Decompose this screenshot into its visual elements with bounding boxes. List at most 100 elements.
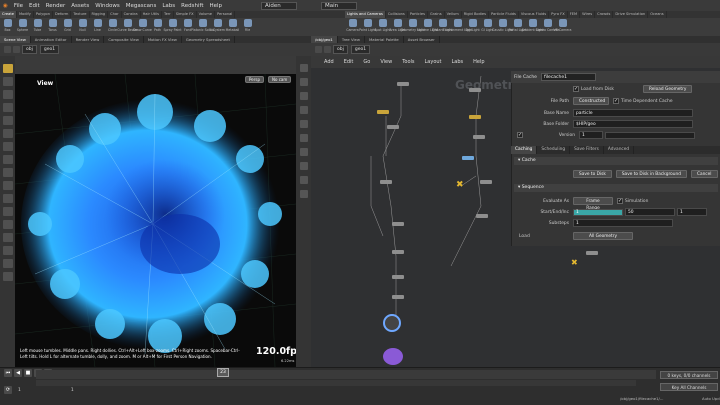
save-background-button[interactable]: Save to Disk in Background	[615, 170, 687, 178]
shelf-tab[interactable]: Texture	[71, 11, 90, 18]
pane-tab[interactable]: Tree View	[338, 36, 365, 43]
net-menu-edit[interactable]: Edit	[339, 59, 359, 65]
menu-edit[interactable]: Edit	[26, 3, 43, 9]
shelf-tab[interactable]: Viscous Fluids	[519, 11, 550, 18]
tab-scheduling[interactable]: Scheduling	[537, 146, 571, 154]
settings-tool-icon[interactable]	[2, 259, 13, 268]
shelf-tab[interactable]: Oceans	[648, 11, 667, 18]
pane-tab[interactable]: /obj/geo1	[311, 36, 338, 43]
net-menu-labs[interactable]: Labs	[447, 59, 469, 65]
shelf-tool[interactable]: File	[240, 18, 255, 36]
shelf-tab[interactable]: Grains	[428, 11, 445, 18]
net-menu-go[interactable]: Go	[358, 59, 375, 65]
shelf-tab[interactable]: Vellum	[445, 11, 462, 18]
pane-tab[interactable]: Composite View	[104, 36, 144, 43]
end-field[interactable]: 50	[625, 208, 675, 216]
shelf-tool[interactable]: Font	[180, 18, 195, 36]
shelf-tab[interactable]: Rigid Bodies	[462, 11, 489, 18]
path-crumb-geo[interactable]: geo1	[350, 45, 371, 54]
bypass-x-icon[interactable]: ✖	[571, 258, 578, 267]
light-tool-icon[interactable]	[2, 194, 13, 203]
playhead[interactable]: 23	[217, 368, 229, 377]
viewport-label[interactable]: View	[37, 80, 53, 87]
start-slider[interactable]: 1	[573, 208, 623, 216]
shelf-tool[interactable]: Grid	[60, 18, 75, 36]
display-option-icon[interactable]	[299, 106, 308, 114]
pane-tab[interactable]: Animation Editor	[31, 36, 72, 43]
shelf-tab[interactable]: Lights and Cameras	[345, 11, 386, 18]
timeline-track[interactable]	[36, 370, 656, 379]
display-option-icon[interactable]	[299, 162, 308, 170]
shelf-tab[interactable]: Particle Fluids	[489, 11, 519, 18]
version-slider[interactable]	[605, 131, 695, 139]
tab-save-filters[interactable]: Save Filters	[570, 146, 604, 154]
shelf-tab[interactable]: Rigging	[90, 11, 109, 18]
path-crumb-obj[interactable]: obj	[333, 45, 348, 54]
network-node[interactable]	[476, 214, 488, 218]
shelf-tab[interactable]: FEM	[568, 11, 581, 18]
network-node[interactable]	[473, 135, 485, 139]
shelf-tab[interactable]: Terr	[162, 11, 174, 18]
display-option-icon[interactable]	[299, 134, 308, 142]
play-reverse-icon[interactable]: ◀	[14, 369, 22, 377]
stop-icon[interactable]: ■	[24, 369, 32, 377]
network-node[interactable]	[380, 180, 392, 184]
view-tool-icon[interactable]	[2, 77, 13, 86]
shelf-tool[interactable]: Path	[150, 18, 165, 36]
shelf-tool[interactable]: Camera	[345, 18, 360, 36]
key-all-channels-button[interactable]: Key All Channels	[660, 383, 718, 391]
pane-tab[interactable]: Render View	[72, 36, 105, 43]
sequence-section-header[interactable]: ▾ Sequence	[514, 184, 718, 192]
display-option-icon[interactable]	[299, 78, 308, 86]
shelf-tab[interactable]: Wires	[580, 11, 596, 18]
net-menu-layout[interactable]: Layout	[420, 59, 447, 65]
move-tool-icon[interactable]	[2, 90, 13, 99]
shelf-tool[interactable]: Spray Paint	[163, 18, 182, 36]
shelf-tool[interactable]: Environment Light	[443, 18, 472, 36]
pane-tab[interactable]: Material Palette	[365, 36, 404, 43]
tab-caching[interactable]: Caching	[511, 146, 538, 154]
base-name-field[interactable]: particle	[573, 109, 693, 117]
shelf-tool[interactable]: Curve Bezier	[117, 18, 138, 36]
menu-redshift[interactable]: Redshift	[178, 3, 206, 9]
info-tool-icon[interactable]	[2, 272, 13, 281]
shelf-tool[interactable]: Stereo Camera	[536, 18, 559, 36]
camera-menu[interactable]: No cam	[268, 76, 292, 83]
shelf-tool[interactable]: Null	[75, 18, 90, 36]
shelf-tab[interactable]: Simple FX	[174, 11, 197, 18]
shelf-tool[interactable]: Geometry Light	[400, 18, 425, 36]
menu-windows[interactable]: Windows	[92, 3, 123, 9]
shelf-tool[interactable]: Ambient Light	[521, 18, 544, 36]
menu-assets[interactable]: Assets	[68, 3, 92, 9]
menu-file[interactable]: File	[11, 3, 26, 9]
file-path-select[interactable]: Constructed	[573, 97, 609, 105]
shelf-tab[interactable]: Personal	[215, 11, 236, 18]
network-node[interactable]	[392, 222, 404, 226]
snap-tool-icon[interactable]	[2, 168, 13, 177]
network-node[interactable]	[469, 88, 481, 92]
persp-menu[interactable]: Persp	[245, 76, 264, 83]
evaluate-select[interactable]: Frame Range	[573, 197, 613, 211]
version-checkbox[interactable]: ✓	[517, 132, 523, 138]
display-option-icon[interactable]	[299, 190, 308, 198]
shelf-tab[interactable]: Volume	[197, 11, 216, 18]
display-option-icon[interactable]	[299, 92, 308, 100]
shelf-tool[interactable]: Distant Light	[432, 18, 453, 36]
select-tool-icon[interactable]	[2, 64, 13, 73]
all-geometry-button[interactable]: All Geometry	[573, 232, 633, 240]
path-crumb-geo[interactable]: geo1	[39, 45, 60, 54]
jump-start-icon[interactable]: ⏮	[4, 369, 12, 377]
network-node[interactable]	[377, 110, 389, 114]
forward-icon[interactable]	[13, 46, 20, 53]
node-name-field[interactable]: filecache1	[540, 73, 596, 81]
shelf-tool[interactable]: Area Light	[389, 18, 406, 36]
auto-update-menu[interactable]: Auto Upd	[702, 396, 720, 401]
menu-help[interactable]: Help	[206, 3, 225, 9]
shelf-tab[interactable]: Hair Utils	[141, 11, 162, 18]
shelf-tool[interactable]: Tube	[30, 18, 45, 36]
cache-section-header[interactable]: ▾ Cache	[514, 157, 718, 165]
shelf-tool[interactable]: Sphere	[15, 18, 30, 36]
pane-tab[interactable]: Scene View	[0, 36, 31, 43]
shelf-tool[interactable]: Torus	[45, 18, 60, 36]
camera-tool-icon[interactable]	[2, 207, 13, 216]
